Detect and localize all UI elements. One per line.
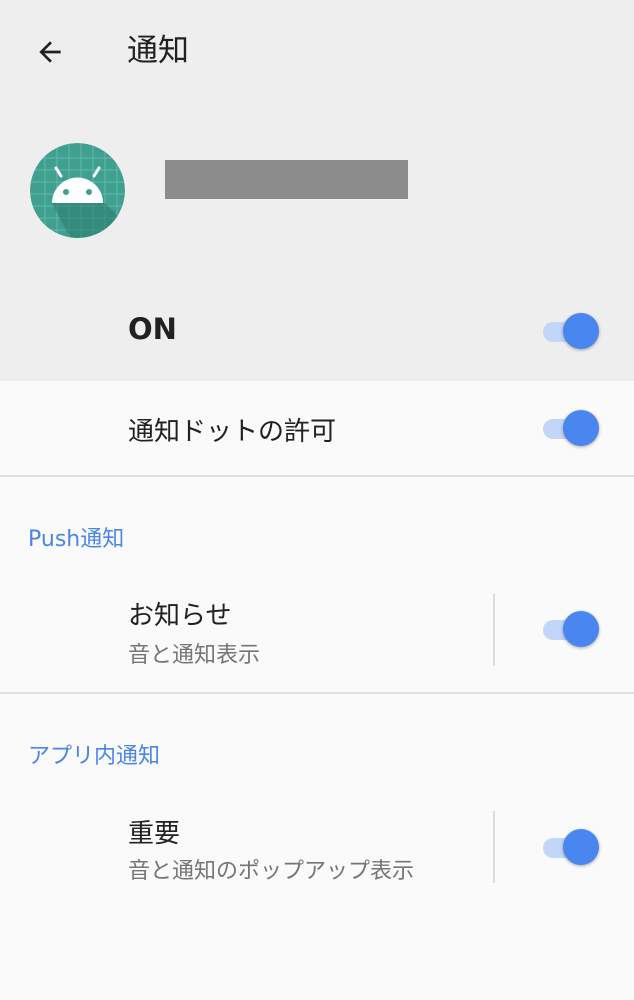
switch-thumb [563, 611, 599, 647]
item-title: お知らせ [128, 601, 232, 631]
page-title: 通知 [127, 33, 189, 69]
divider [0, 692, 634, 694]
vertical-divider [493, 594, 495, 666]
list-item-oshirase[interactable]: お知らせ 音と通知表示 [0, 578, 634, 688]
item-subtitle: 音と通知のポップアップ表示 [128, 859, 415, 884]
switch-thumb [563, 829, 599, 865]
oshirase-switch[interactable] [541, 609, 601, 649]
vertical-divider [493, 811, 495, 883]
main-notification-toggle-row[interactable]: ON [0, 290, 634, 376]
notification-dot-row[interactable]: 通知ドットの許可 [0, 381, 634, 475]
switch-thumb [563, 410, 599, 446]
android-icon [30, 143, 125, 238]
notification-dot-label: 通知ドットの許可 [128, 417, 337, 447]
app-name [165, 160, 408, 199]
notification-dot-switch[interactable] [541, 408, 601, 448]
top-app-bar: 通知 [0, 0, 634, 104]
arrow-left-icon [39, 41, 61, 63]
juyo-switch[interactable] [541, 827, 601, 867]
divider [0, 475, 634, 477]
section-header-in-app: アプリ内通知 [28, 744, 161, 769]
item-title: 重要 [128, 819, 181, 849]
app-header: 通知 ON [0, 0, 634, 381]
item-subtitle: 音と通知表示 [128, 643, 261, 668]
main-toggle-switch[interactable] [541, 311, 601, 351]
back-button[interactable] [22, 26, 78, 78]
section-header-push: Push通知 [28, 527, 125, 552]
switch-thumb [563, 313, 599, 349]
main-toggle-label: ON [128, 312, 177, 346]
list-item-juyo[interactable]: 重要 音と通知のポップアップ表示 [0, 796, 634, 906]
